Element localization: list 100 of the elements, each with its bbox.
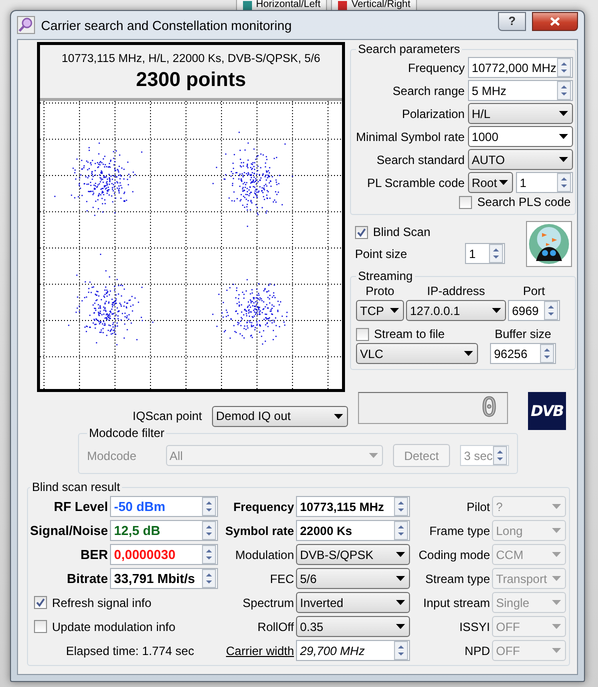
checkbox-label: Refresh signal info bbox=[52, 596, 152, 610]
spin-field[interactable]: 1 bbox=[516, 172, 573, 193]
field-label: Polarization bbox=[401, 106, 465, 120]
dropdown[interactable]: 5/6 bbox=[296, 568, 410, 589]
spin-field[interactable]: 29,700 MHz bbox=[296, 640, 410, 661]
field-value: 22000 Ks bbox=[300, 524, 354, 538]
fishbowl-cat-drawing bbox=[526, 221, 572, 267]
dropdown[interactable]: Inverted bbox=[296, 592, 410, 613]
dropdown[interactable]: 127.0.0.1 bbox=[406, 300, 506, 321]
field-label: Frequency bbox=[232, 500, 294, 514]
field-value: 5 MHz bbox=[472, 84, 508, 98]
field-label: RollOff bbox=[256, 620, 294, 634]
legend-item: Vertical/Right bbox=[331, 0, 418, 11]
dropdown[interactable]: Root bbox=[468, 172, 513, 193]
group-title: Search parameters bbox=[357, 42, 462, 56]
caret-icon bbox=[552, 528, 561, 533]
spin-field[interactable]: 12,5 dB bbox=[110, 520, 218, 541]
field-label: Stream type bbox=[424, 572, 490, 586]
counter-display: 0 bbox=[358, 392, 508, 424]
spin-field[interactable]: 33,791 Mbit/s bbox=[110, 568, 218, 589]
group-title: Modcode filter bbox=[88, 426, 166, 440]
spin-arrows-icon[interactable] bbox=[394, 521, 408, 540]
spin-arrows-icon[interactable] bbox=[489, 244, 504, 263]
group-title: Streaming bbox=[357, 269, 414, 283]
field-value: 29,700 MHz bbox=[300, 644, 366, 658]
field-label: FEC bbox=[269, 572, 294, 586]
caret-icon bbox=[552, 600, 561, 605]
spin-arrows-icon[interactable] bbox=[556, 173, 571, 192]
close-button[interactable] bbox=[532, 12, 578, 30]
checkbox[interactable] bbox=[355, 226, 368, 238]
field-label: Modcode bbox=[87, 448, 138, 462]
caret-icon bbox=[552, 624, 561, 629]
carrier-caption: 10773,115 MHz, H/L, 22000 Ks, DVB-S/QPSK, 5/6 bbox=[60, 52, 322, 65]
spin-field[interactable]: 6969 bbox=[508, 300, 560, 321]
dropdown[interactable]: 0.35 bbox=[296, 616, 410, 637]
field-label: RF Level bbox=[52, 499, 108, 514]
spin-field[interactable]: 10772,000 MHz bbox=[468, 57, 573, 78]
spin-field[interactable]: -50 dBm bbox=[110, 496, 218, 517]
field-label: Frequency bbox=[407, 60, 465, 74]
field-label: Pilot bbox=[466, 500, 490, 514]
caret-icon bbox=[390, 308, 399, 313]
spin-arrows-icon[interactable] bbox=[544, 301, 558, 320]
field-value: 10773,115 MHz bbox=[300, 500, 386, 514]
spin-arrows-icon[interactable] bbox=[202, 545, 216, 564]
column-label: Port bbox=[522, 284, 546, 298]
field-value: 6969 bbox=[512, 304, 540, 318]
dropdown[interactable]: TCP bbox=[356, 300, 404, 321]
field-label: Frame type bbox=[428, 524, 490, 538]
field-label: Bitrate bbox=[66, 571, 108, 586]
dropdown[interactable]: Demod IQ out bbox=[212, 406, 348, 426]
checkbox[interactable] bbox=[34, 620, 47, 633]
field-label: NPD bbox=[464, 644, 490, 658]
field-value: 10772,000 MHz bbox=[472, 60, 557, 74]
spin-arrows-icon[interactable] bbox=[394, 497, 408, 516]
caret-icon bbox=[396, 552, 405, 557]
field-value: 96256 bbox=[494, 346, 528, 360]
field-label: Spectrum bbox=[242, 596, 294, 610]
spin-field[interactable]: 5 MHz bbox=[468, 80, 573, 101]
group-title: Blind scan result bbox=[31, 480, 122, 494]
spin-arrows-icon[interactable] bbox=[540, 344, 554, 363]
legend-item: Horizontal/Left bbox=[236, 0, 328, 11]
spin-field[interactable]: 22000 Ks bbox=[296, 520, 410, 541]
spin-arrows-icon[interactable] bbox=[202, 497, 216, 516]
window-title: Carrier search and Constellation monitoring bbox=[41, 18, 293, 32]
logo: DVB bbox=[528, 392, 566, 430]
dropdown[interactable]: AUTO bbox=[468, 149, 573, 170]
spin-arrows-icon[interactable] bbox=[202, 569, 216, 588]
field-label: PL Scramble code bbox=[366, 176, 465, 190]
caret-icon bbox=[368, 453, 378, 458]
caret-icon bbox=[334, 414, 343, 418]
checkbox[interactable] bbox=[356, 328, 369, 340]
dropdown[interactable]: VLC bbox=[356, 343, 478, 364]
field-label: BER bbox=[80, 547, 108, 562]
spin-field[interactable]: 0,0000030 bbox=[110, 544, 218, 565]
dropdown[interactable]: DVB-S/QPSK bbox=[296, 544, 410, 565]
dropdown[interactable]: 1000 bbox=[468, 126, 573, 147]
spin-arrows-icon[interactable] bbox=[394, 641, 408, 660]
spin-field[interactable]: 96256 bbox=[490, 343, 556, 364]
column-label: Proto bbox=[364, 284, 396, 298]
dropdown[interactable]: H/L bbox=[468, 103, 573, 124]
caret-icon bbox=[558, 134, 568, 139]
field-value: 1 bbox=[469, 246, 477, 260]
spin-arrows-icon[interactable] bbox=[556, 58, 571, 77]
caret-icon bbox=[558, 157, 568, 162]
spin-arrows-icon[interactable] bbox=[556, 81, 571, 100]
checkbox-label: Stream to file bbox=[374, 327, 445, 341]
spin-field[interactable]: 10773,115 MHz bbox=[296, 496, 410, 517]
spin-arrows-icon[interactable] bbox=[202, 521, 216, 540]
field-label: ISSYI bbox=[458, 620, 490, 634]
checkbox[interactable] bbox=[34, 596, 47, 609]
help-button[interactable]: ? bbox=[498, 12, 526, 30]
field-label: IQScan point bbox=[132, 409, 202, 423]
field-value: 1 bbox=[520, 176, 528, 190]
field-label: Buffer size bbox=[494, 327, 552, 341]
spin-field[interactable]: 1 bbox=[465, 243, 506, 264]
carrier-width-link[interactable]: Carrier width bbox=[220, 644, 294, 658]
checkbox[interactable] bbox=[459, 196, 472, 208]
caret-icon bbox=[396, 576, 405, 581]
magnifier-icon bbox=[17, 16, 35, 34]
points-count: 2300 points bbox=[134, 68, 248, 93]
